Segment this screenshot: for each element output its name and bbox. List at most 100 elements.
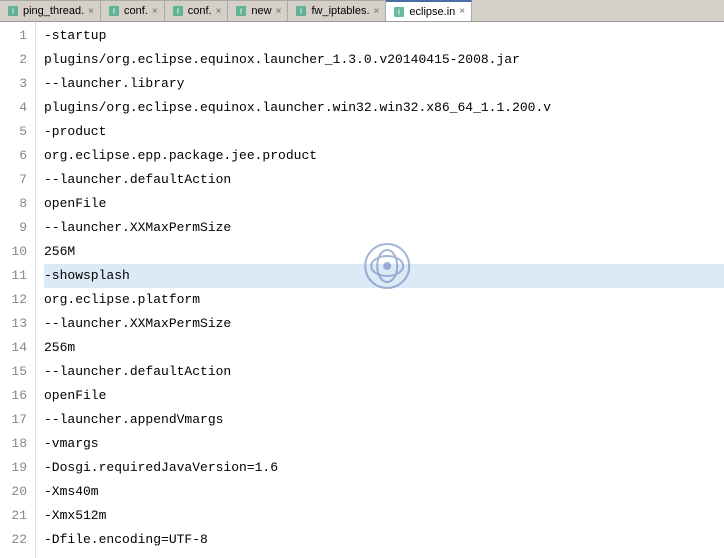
- tab-label-ping_thread: ping_thread.: [23, 5, 84, 17]
- line-num-4: 4: [4, 96, 27, 120]
- code-text-2: plugins/org.eclipse.equinox.launcher_1.3…: [44, 48, 520, 72]
- line-num-12: 12: [4, 288, 27, 312]
- code-line-8: openFile: [44, 192, 724, 216]
- code-line-9: --launcher.XXMaxPermSize: [44, 216, 724, 240]
- code-line-1: -startup: [44, 24, 724, 48]
- svg-text:f: f: [240, 9, 242, 16]
- code-text-19: -Dosgi.requiredJavaVersion=1.6: [44, 456, 278, 480]
- code-text-22: -Dfile.encoding=UTF-8: [44, 528, 208, 552]
- tab-conf1[interactable]: f conf. ×: [101, 0, 165, 22]
- tab-close-conf1[interactable]: ×: [152, 6, 158, 17]
- tab-close-conf2[interactable]: ×: [216, 6, 222, 17]
- line-numbers: 12345678910111213141516171819202122: [0, 22, 36, 558]
- line-num-14: 14: [4, 336, 27, 360]
- line-num-22: 22: [4, 528, 27, 552]
- tab-icon-new: f: [234, 4, 248, 18]
- code-line-4: plugins/org.eclipse.equinox.launcher.win…: [44, 96, 724, 120]
- tab-close-eclipse_ini[interactable]: ×: [459, 6, 465, 17]
- code-line-22: -Dfile.encoding=UTF-8: [44, 528, 724, 552]
- code-text-20: -Xms40m: [44, 480, 99, 504]
- code-text-16: openFile: [44, 384, 106, 408]
- line-num-1: 1: [4, 24, 27, 48]
- line-num-6: 6: [4, 144, 27, 168]
- code-text-8: openFile: [44, 192, 106, 216]
- code-text-13: --launcher.XXMaxPermSize: [44, 312, 231, 336]
- tab-icon-ping_thread: f: [6, 4, 20, 18]
- line-num-10: 10: [4, 240, 27, 264]
- svg-text:f: f: [177, 9, 179, 16]
- line-num-20: 20: [4, 480, 27, 504]
- code-content: -startupplugins/org.eclipse.equinox.laun…: [36, 22, 724, 558]
- code-line-19: -Dosgi.requiredJavaVersion=1.6: [44, 456, 724, 480]
- code-line-6: org.eclipse.epp.package.jee.product: [44, 144, 724, 168]
- code-text-17: --launcher.appendVmargs: [44, 408, 223, 432]
- code-line-18: -vmargs: [44, 432, 724, 456]
- tab-label-fw_iptables: fw_iptables.: [311, 5, 369, 17]
- code-line-17: --launcher.appendVmargs: [44, 408, 724, 432]
- code-text-11: -showsplash: [44, 264, 130, 288]
- line-num-17: 17: [4, 408, 27, 432]
- line-num-3: 3: [4, 72, 27, 96]
- tab-close-ping_thread[interactable]: ×: [88, 6, 94, 17]
- tab-label-eclipse_ini: eclipse.in: [409, 6, 455, 18]
- code-text-9: --launcher.XXMaxPermSize: [44, 216, 231, 240]
- tab-label-conf1: conf.: [124, 5, 148, 17]
- code-text-7: --launcher.defaultAction: [44, 168, 231, 192]
- svg-text:f: f: [398, 10, 400, 17]
- tab-bar: f ping_thread. × f conf. × f conf. × f new × f fw_ipt…: [0, 0, 724, 22]
- editor: 12345678910111213141516171819202122 -sta…: [0, 22, 724, 558]
- code-line-16: openFile: [44, 384, 724, 408]
- code-text-21: -Xmx512m: [44, 504, 106, 528]
- tab-label-new: new: [251, 5, 271, 17]
- code-line-5: -product: [44, 120, 724, 144]
- line-num-19: 19: [4, 456, 27, 480]
- svg-text:f: f: [300, 9, 302, 16]
- svg-text:f: f: [12, 9, 14, 16]
- tab-fw_iptables[interactable]: f fw_iptables. ×: [288, 0, 386, 22]
- line-num-11: 11: [4, 264, 27, 288]
- code-line-10: 256M: [44, 240, 724, 264]
- code-text-6: org.eclipse.epp.package.jee.product: [44, 144, 317, 168]
- line-num-2: 2: [4, 48, 27, 72]
- code-line-11: -showsplash: [44, 264, 724, 288]
- tab-conf2[interactable]: f conf. ×: [165, 0, 229, 22]
- code-line-13: --launcher.XXMaxPermSize: [44, 312, 724, 336]
- tab-label-conf2: conf.: [188, 5, 212, 17]
- tab-icon-fw_iptables: f: [294, 4, 308, 18]
- tab-icon-eclipse_ini: f: [392, 5, 406, 19]
- code-text-3: --launcher.library: [44, 72, 184, 96]
- line-num-8: 8: [4, 192, 27, 216]
- code-text-4: plugins/org.eclipse.equinox.launcher.win…: [44, 96, 551, 120]
- code-line-15: --launcher.defaultAction: [44, 360, 724, 384]
- line-num-15: 15: [4, 360, 27, 384]
- line-num-16: 16: [4, 384, 27, 408]
- tab-eclipse_ini[interactable]: f eclipse.in ×: [386, 0, 472, 22]
- tab-close-new[interactable]: ×: [276, 6, 282, 17]
- line-num-21: 21: [4, 504, 27, 528]
- code-text-1: -startup: [44, 24, 106, 48]
- tab-ping_thread[interactable]: f ping_thread. ×: [0, 0, 101, 22]
- code-text-12: org.eclipse.platform: [44, 288, 200, 312]
- code-text-15: --launcher.defaultAction: [44, 360, 231, 384]
- tab-new[interactable]: f new ×: [228, 0, 288, 22]
- line-num-9: 9: [4, 216, 27, 240]
- line-num-13: 13: [4, 312, 27, 336]
- code-line-21: -Xmx512m: [44, 504, 724, 528]
- line-num-7: 7: [4, 168, 27, 192]
- code-line-14: 256m: [44, 336, 724, 360]
- code-text-10: 256M: [44, 240, 75, 264]
- code-text-18: -vmargs: [44, 432, 99, 456]
- code-text-14: 256m: [44, 336, 75, 360]
- code-line-7: --launcher.defaultAction: [44, 168, 724, 192]
- code-line-3: --launcher.library: [44, 72, 724, 96]
- line-num-18: 18: [4, 432, 27, 456]
- line-num-5: 5: [4, 120, 27, 144]
- tab-icon-conf1: f: [107, 4, 121, 18]
- svg-text:f: f: [113, 9, 115, 16]
- code-line-20: -Xms40m: [44, 480, 724, 504]
- tab-icon-conf2: f: [171, 4, 185, 18]
- code-text-5: -product: [44, 120, 106, 144]
- tab-close-fw_iptables[interactable]: ×: [374, 6, 380, 17]
- code-line-2: plugins/org.eclipse.equinox.launcher_1.3…: [44, 48, 724, 72]
- code-line-12: org.eclipse.platform: [44, 288, 724, 312]
